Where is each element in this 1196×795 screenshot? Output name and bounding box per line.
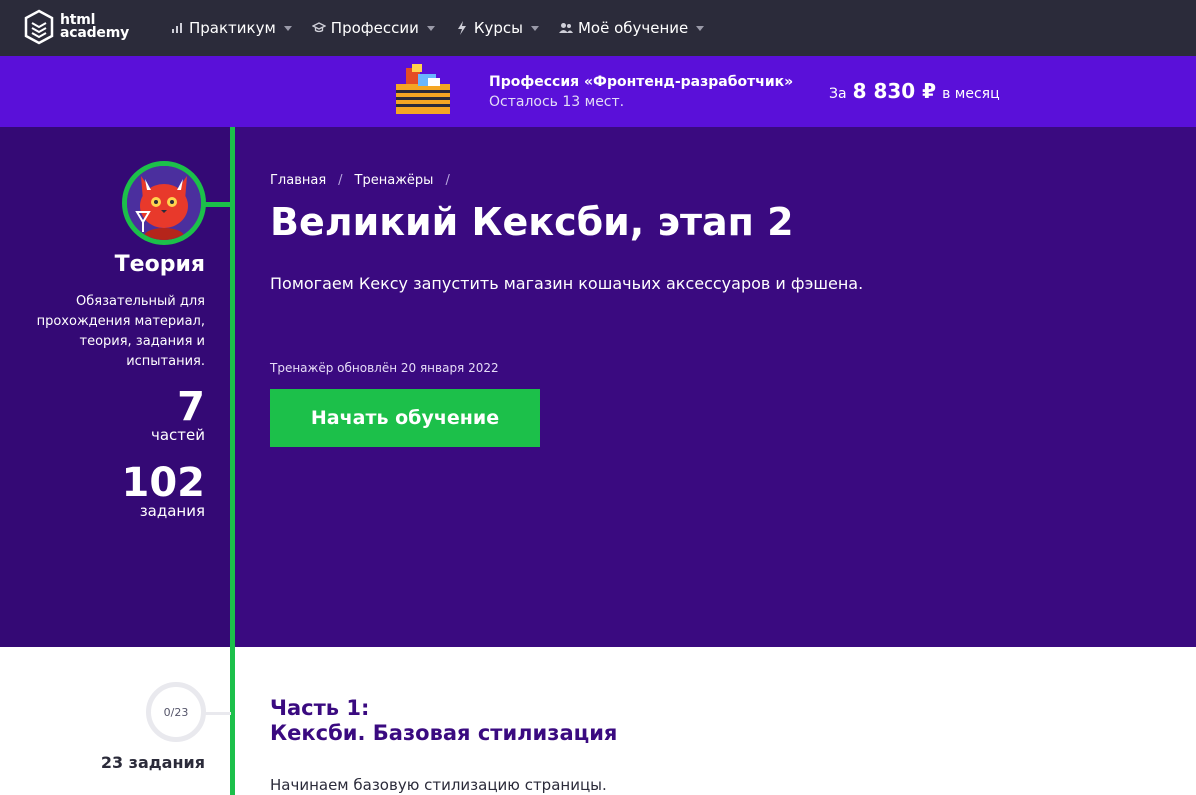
progress-text: 0/23 (163, 705, 189, 719)
users-icon (558, 21, 573, 35)
price-suffix: в месяц (942, 86, 1000, 102)
updated-date: Тренажёр обновлён 20 января 2022 (270, 361, 499, 375)
promo-title: Профессия «Фронтенд-разработчик» (489, 74, 794, 90)
chevron-down-icon (696, 25, 705, 31)
breadcrumb-home[interactable]: Главная (270, 173, 326, 188)
cat-icon (127, 166, 201, 240)
parts-count: 7 (177, 384, 205, 430)
part-number: Часть 1: (270, 696, 370, 720)
nav-item-professions[interactable]: Профессии (311, 19, 435, 37)
main-menu: Практикум Профессии Курсы Моё обучение (170, 0, 724, 56)
page-title: Великий Кексби, этап 2 (270, 200, 794, 244)
breadcrumb: Главная / Тренажёры / (270, 173, 462, 188)
breadcrumb-separator: / (338, 173, 343, 188)
promo-illustration (396, 64, 450, 114)
logo-text-line2: academy (60, 25, 130, 41)
start-learning-button[interactable]: Начать обучение (270, 389, 540, 447)
promo-subtitle: Осталось 13 мест. (489, 94, 625, 110)
progress-ring: 0/23 (146, 682, 206, 742)
promo-price: За 8 830 ₽ в месяц (829, 79, 1000, 103)
tasks-total: 102 (121, 460, 206, 506)
part-tasks-count: 23 задания (100, 753, 205, 772)
theory-title: Теория (114, 252, 205, 277)
progress-connector (205, 712, 231, 715)
timeline-line (230, 127, 235, 795)
logo[interactable]: html academy (24, 9, 129, 45)
price-prefix: За (829, 86, 847, 102)
nav-item-label: Практикум (189, 19, 276, 37)
nav-item-courses[interactable]: Курсы (455, 19, 539, 37)
page-description: Помогаем Кексу запустить магазин кошачьи… (270, 274, 864, 293)
nav-item-praktikum[interactable]: Практикум (170, 19, 292, 37)
chevron-down-icon (530, 25, 539, 31)
part-description: Начинаем базовую стилизацию страницы. (270, 776, 607, 794)
nav-item-my-learning[interactable]: Моё обучение (558, 19, 705, 37)
chevron-down-icon (426, 25, 435, 31)
price-amount: 8 830 ₽ (852, 79, 937, 103)
breadcrumb-separator: / (445, 173, 450, 188)
parts-label: частей (150, 426, 205, 444)
nav-item-label: Моё обучение (577, 19, 689, 37)
bars-icon (170, 21, 184, 35)
top-navigation: html academy Практикум Профессии Курсы М… (0, 0, 1196, 56)
breadcrumb-trainers[interactable]: Тренажёры (355, 173, 434, 188)
part-name: Кексби. Базовая стилизация (270, 721, 618, 745)
nav-item-label: Профессии (330, 19, 419, 37)
avatar (122, 161, 206, 245)
lightning-icon (455, 21, 469, 35)
tasks-total-label: задания (139, 502, 205, 520)
theory-description: Обязательный для прохождения материал, т… (36, 294, 205, 369)
nav-item-label: Курсы (473, 19, 523, 37)
graduation-cap-icon (311, 21, 326, 35)
promo-banner[interactable]: Профессия «Фронтенд-разработчик» Осталос… (0, 56, 1196, 127)
part-title[interactable]: Часть 1: Кексби. Базовая стилизация (270, 696, 617, 746)
chevron-down-icon (283, 25, 292, 31)
logo-icon (24, 9, 54, 45)
